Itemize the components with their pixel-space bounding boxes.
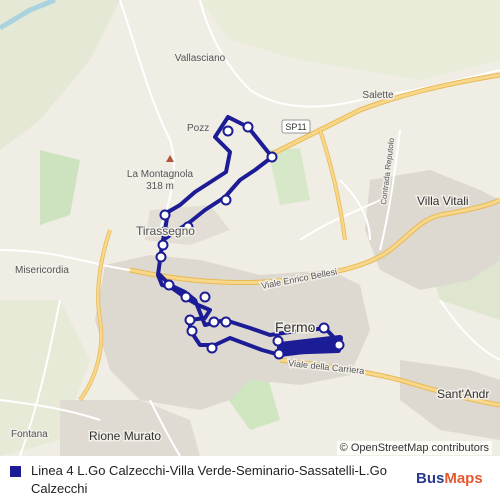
place-label-salette: Salette	[362, 90, 394, 101]
bus-stop[interactable]	[266, 151, 278, 163]
bus-stop[interactable]	[206, 342, 218, 354]
bus-stop[interactable]	[220, 316, 232, 328]
bus-stop[interactable]	[242, 121, 254, 133]
map-canvas[interactable]: Vallasciano Salette Pozz La Montagnola 3…	[0, 0, 500, 456]
bus-stop[interactable]	[208, 316, 220, 328]
bus-stop[interactable]	[222, 125, 234, 137]
bus-stop[interactable]	[273, 348, 285, 360]
route-legend-label: Linea 4 L.Go Calzecchi-Villa Verde-Semin…	[31, 463, 387, 496]
busmaps-logo[interactable]: BusMaps	[416, 470, 483, 487]
place-label-tirassegno: Tirassegno	[136, 224, 195, 238]
place-label-pozzetto: Pozz	[187, 123, 209, 134]
bus-stop[interactable]	[180, 291, 192, 303]
bus-stop[interactable]	[220, 194, 232, 206]
place-label-montagnola-elevation: 318 m	[146, 181, 174, 192]
bus-stop[interactable]	[184, 314, 196, 326]
route-color-swatch	[10, 466, 21, 477]
place-label-misericordia: Misericordia	[15, 265, 69, 276]
place-label-villa-vitali: Villa Vitali	[417, 194, 469, 208]
bus-stop[interactable]	[155, 251, 167, 263]
place-label-montagnola: La Montagnola	[127, 169, 194, 180]
bus-stop[interactable]	[163, 279, 175, 291]
bus-stop[interactable]	[272, 335, 284, 347]
bus-stop[interactable]	[199, 291, 211, 303]
place-label-sant-andrea: Sant'Andr	[437, 387, 489, 401]
place-label-fontana: Fontana	[11, 429, 48, 440]
bus-stop[interactable]	[318, 322, 330, 334]
bus-stop[interactable]	[157, 239, 169, 251]
bus-stop[interactable]	[159, 209, 171, 221]
map-attribution[interactable]: © OpenStreetMap contributors	[336, 441, 492, 455]
brand-part-bus: Bus	[416, 470, 445, 487]
brand-part-maps: Maps	[444, 470, 483, 487]
bus-stop[interactable]	[186, 325, 198, 337]
map-svg: Vallasciano Salette Pozz La Montagnola 3…	[0, 0, 500, 456]
bus-stop[interactable]	[333, 339, 345, 351]
place-label-fermo: Fermo	[275, 319, 316, 335]
road-label-sp11: SP11	[285, 122, 306, 132]
place-label-rione-murato: Rione Murato	[89, 429, 161, 443]
place-label-vallasciano: Vallasciano	[175, 53, 226, 64]
